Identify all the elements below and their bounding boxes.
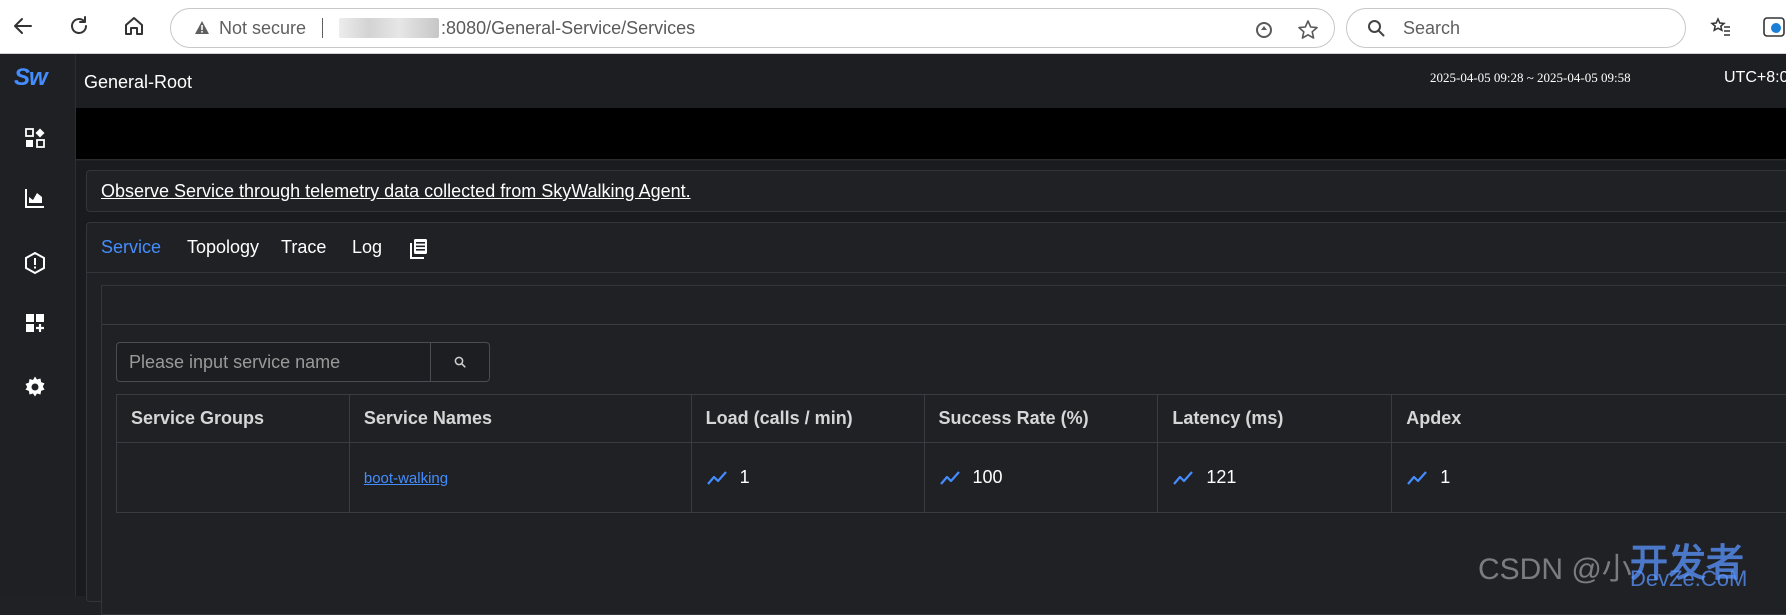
browser-search-placeholder: Search [1403, 18, 1460, 39]
collections-icon[interactable] [1760, 14, 1786, 40]
back-arrow-icon[interactable] [8, 11, 38, 41]
skywalking-logo[interactable]: Sw [14, 64, 47, 92]
page-title: General-Root [84, 72, 192, 93]
trend-line-icon[interactable] [939, 470, 961, 486]
table-header-row: Service Groups Service Names Load (calls… [117, 395, 1786, 443]
services-table: Service Groups Service Names Load (calls… [116, 394, 1786, 513]
service-name-input[interactable] [117, 343, 431, 381]
csdn-watermark: CSDN @小 [1478, 544, 1632, 588]
service-search-group [116, 342, 490, 382]
home-icon[interactable] [119, 11, 149, 41]
latency-value: 121 [1206, 467, 1236, 488]
header-apdex: Apdex [1392, 395, 1786, 443]
tab-topology[interactable]: Topology [187, 237, 259, 258]
tab-trace[interactable]: Trace [281, 237, 326, 258]
devze-watermark-bottom: DevZe.CoM [1630, 566, 1747, 592]
trend-line-icon[interactable] [1172, 470, 1194, 486]
cell-service-name: boot-walking [349, 443, 691, 513]
not-secure-label[interactable]: Not secure [219, 18, 306, 39]
redacted-host [339, 18, 439, 38]
trend-line-icon[interactable] [706, 470, 728, 486]
table-row: boot-walking 1 100 [117, 443, 1786, 513]
description-link[interactable]: Observe Service through telemetry data c… [101, 181, 691, 202]
dashboard-icon[interactable] [22, 125, 48, 151]
trend-line-icon[interactable] [1406, 470, 1428, 486]
reload-icon[interactable] [64, 11, 94, 41]
header-success-rate: Success Rate (%) [924, 395, 1158, 443]
search-icon [1365, 17, 1387, 39]
chart-icon[interactable] [22, 185, 48, 211]
copy-icon[interactable] [408, 237, 430, 261]
header-latency: Latency (ms) [1158, 395, 1392, 443]
address-separator [322, 18, 323, 38]
service-search-button[interactable] [431, 343, 489, 381]
edge-refresh-icon[interactable] [1253, 19, 1275, 41]
browser-search-box[interactable]: Search [1346, 8, 1686, 48]
app-header: General-Root 2025-04-05 09:28 ~ 2025-04-… [76, 54, 1786, 108]
cell-load: 1 [691, 443, 924, 513]
header-service-groups: Service Groups [117, 395, 350, 443]
tab-service[interactable]: Service [101, 237, 161, 258]
service-link[interactable]: boot-walking [364, 470, 448, 487]
success-rate-value: 100 [973, 467, 1003, 488]
favorites-icon[interactable] [1708, 14, 1734, 40]
cell-apdex: 1 [1392, 443, 1786, 513]
url-text[interactable]: :8080/General-Service/Services [441, 18, 695, 39]
address-bar[interactable]: Not secure :8080/General-Service/Service… [170, 8, 1335, 48]
browser-toolbar: Not secure :8080/General-Service/Service… [0, 0, 1786, 54]
sidebar: Sw [0, 54, 76, 596]
header-service-names: Service Names [349, 395, 691, 443]
apdex-value: 1 [1440, 467, 1450, 488]
cell-latency: 121 [1158, 443, 1392, 513]
load-value: 1 [740, 467, 750, 488]
panel-header-bar [102, 286, 1786, 325]
time-range-picker[interactable]: 2025-04-05 09:28 ~ 2025-04-05 09:58 [1430, 70, 1631, 86]
tab-bar: Service Topology Trace Log [87, 223, 1786, 273]
warning-icon[interactable] [193, 19, 211, 37]
cell-success-rate: 100 [924, 443, 1158, 513]
tab-log[interactable]: Log [352, 237, 382, 258]
add-widget-icon[interactable] [22, 310, 48, 336]
alert-shield-icon[interactable] [22, 250, 48, 276]
description-box: Observe Service through telemetry data c… [86, 170, 1786, 212]
toolbar-strip [76, 108, 1786, 160]
favorite-star-icon[interactable] [1297, 19, 1319, 41]
header-load: Load (calls / min) [691, 395, 924, 443]
cell-service-group [117, 443, 350, 513]
settings-gear-icon[interactable] [22, 374, 48, 400]
search-icon [454, 356, 466, 368]
timezone-label[interactable]: UTC+8:0 [1724, 69, 1786, 87]
